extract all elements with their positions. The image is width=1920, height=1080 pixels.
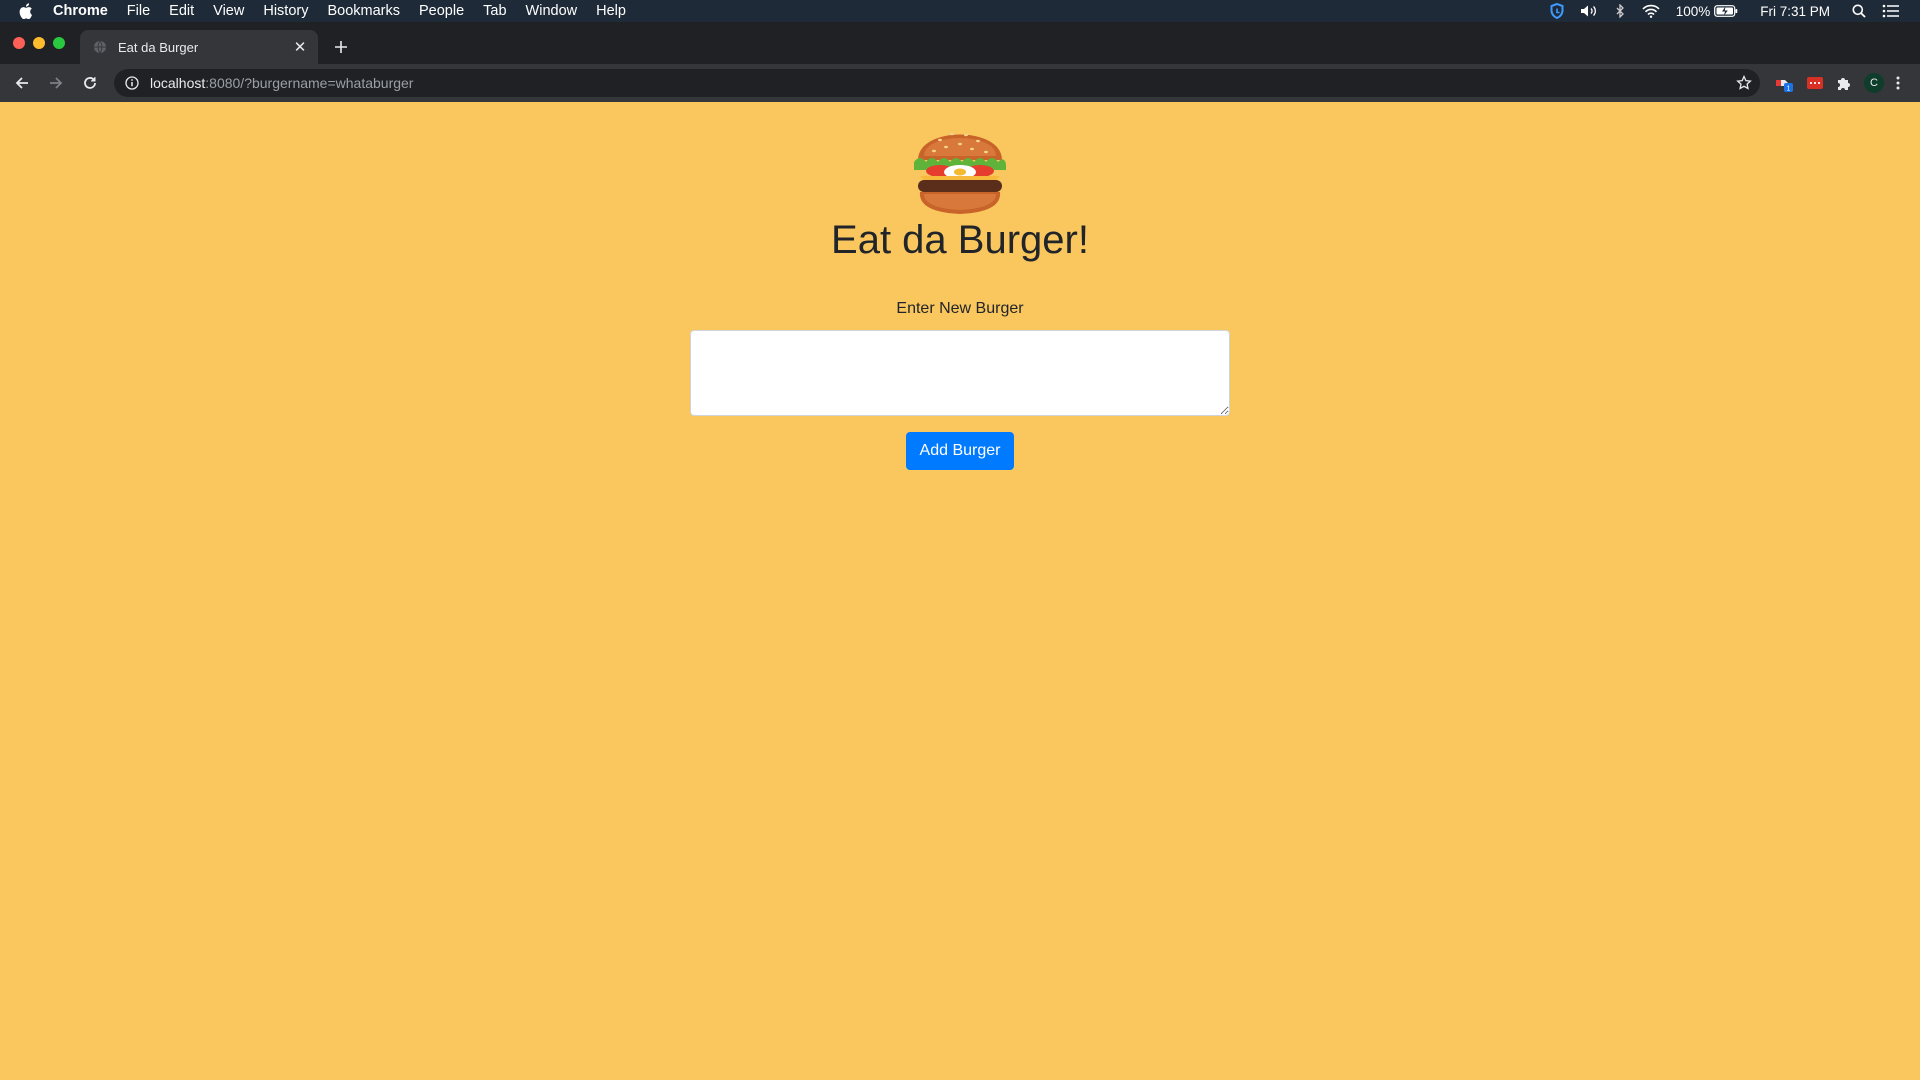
svg-text:1: 1 bbox=[1787, 86, 1791, 93]
new-burger-label: Enter New Burger bbox=[896, 300, 1024, 317]
menu-people[interactable]: People bbox=[419, 3, 464, 19]
wifi-icon[interactable] bbox=[1642, 4, 1660, 18]
back-button[interactable] bbox=[8, 69, 36, 97]
bluetooth-icon[interactable] bbox=[1614, 4, 1626, 18]
menu-tab[interactable]: Tab bbox=[483, 3, 506, 19]
minimize-window-button[interactable] bbox=[33, 37, 45, 49]
more-menu-icon[interactable] bbox=[1896, 75, 1900, 91]
profile-avatar[interactable]: C bbox=[1864, 73, 1884, 93]
shield-icon[interactable] bbox=[1550, 3, 1564, 19]
status-area: 100% Fri 7:31 PM bbox=[1534, 3, 1900, 19]
close-window-button[interactable] bbox=[13, 37, 25, 49]
browser-toolbar: localhost:8080/?burgername=whataburger 1… bbox=[0, 64, 1920, 102]
tab-title: Eat da Burger bbox=[118, 39, 199, 55]
maximize-window-button[interactable] bbox=[53, 37, 65, 49]
menu-history[interactable]: History bbox=[263, 3, 308, 19]
new-tab-button[interactable] bbox=[330, 36, 352, 58]
close-tab-icon[interactable]: ✕ bbox=[292, 39, 308, 56]
url-host: localhost bbox=[150, 75, 206, 91]
new-burger-input[interactable] bbox=[690, 330, 1230, 416]
extension-badge-icon[interactable]: 1 bbox=[1774, 74, 1794, 92]
window-controls bbox=[13, 37, 73, 49]
menu-view[interactable]: View bbox=[213, 3, 244, 19]
menubar-clock[interactable]: Fri 7:31 PM bbox=[1760, 4, 1830, 19]
battery-percent: 100% bbox=[1675, 3, 1711, 19]
extension-red-icon[interactable] bbox=[1806, 75, 1824, 91]
macos-menu-bar: Chrome File Edit View History Bookmarks … bbox=[0, 0, 1920, 22]
menu-app-name[interactable]: Chrome bbox=[53, 3, 108, 19]
menu-edit[interactable]: Edit bbox=[169, 3, 194, 19]
menu-help[interactable]: Help bbox=[596, 3, 626, 19]
menu-window[interactable]: Window bbox=[526, 3, 578, 19]
volume-icon[interactable] bbox=[1580, 4, 1598, 18]
apple-menu-icon[interactable] bbox=[19, 3, 37, 19]
site-info-icon[interactable] bbox=[124, 75, 140, 91]
burger-logo bbox=[910, 116, 1010, 220]
add-burger-button[interactable]: Add Burger bbox=[906, 432, 1014, 470]
forward-button[interactable] bbox=[42, 69, 70, 97]
menu-file[interactable]: File bbox=[127, 3, 150, 19]
url-path: :8080/?burgername=whataburger bbox=[205, 75, 414, 91]
extensions-area: 1 C bbox=[1774, 73, 1912, 93]
globe-icon bbox=[92, 39, 108, 55]
bookmark-star-icon[interactable] bbox=[1736, 75, 1752, 91]
spotlight-search-icon[interactable] bbox=[1852, 4, 1866, 18]
page-title: Eat da Burger! bbox=[831, 218, 1089, 262]
menu-bookmarks[interactable]: Bookmarks bbox=[327, 3, 400, 19]
extensions-puzzle-icon[interactable] bbox=[1836, 75, 1852, 91]
address-bar[interactable]: localhost:8080/?burgername=whataburger bbox=[114, 69, 1760, 97]
battery-icon[interactable] bbox=[1714, 5, 1738, 17]
browser-tab-strip: Eat da Burger ✕ bbox=[0, 22, 1920, 64]
browser-tab[interactable]: Eat da Burger ✕ bbox=[80, 30, 318, 64]
notification-center-icon[interactable] bbox=[1882, 4, 1900, 18]
page-content: Eat da Burger! Enter New Burger Add Burg… bbox=[0, 102, 1920, 1080]
reload-button[interactable] bbox=[76, 69, 104, 97]
